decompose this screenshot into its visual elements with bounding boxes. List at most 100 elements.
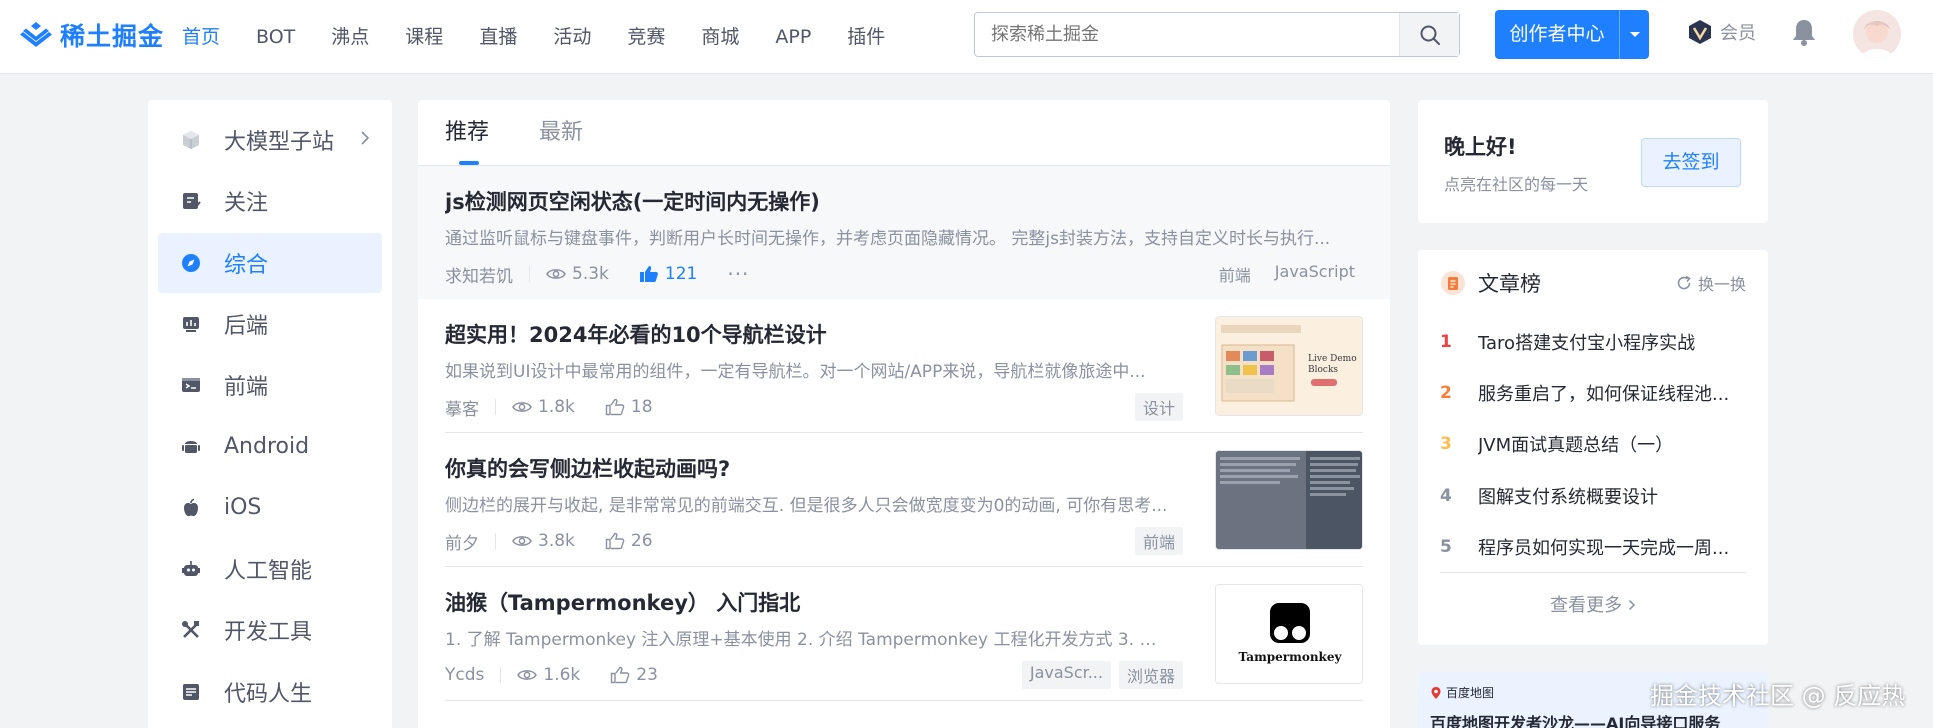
more-actions-icon[interactable]: ··· <box>727 262 749 286</box>
article-thumbnail[interactable] <box>1215 450 1363 550</box>
nav-live[interactable]: 直播 <box>479 0 517 74</box>
category-sidebar: 大模型子站 关注 综合 后端 前端 Android iOS 人工智能 开发工具 … <box>148 100 392 728</box>
nav-events[interactable]: 活动 <box>553 0 591 74</box>
creator-dropdown-toggle[interactable] <box>1619 10 1649 59</box>
nav-plugin[interactable]: 插件 <box>847 0 885 74</box>
notification-bell[interactable] <box>1791 18 1817 50</box>
vip-entry[interactable]: 会员 <box>1686 18 1756 46</box>
sidebar-item-label: 前端 <box>224 375 269 401</box>
view-count: 1.6k <box>517 665 580 685</box>
article-tags: 前端 JavaScript <box>1203 260 1363 288</box>
search-box <box>974 12 1460 57</box>
article-meta: 求知若饥 5.3k 121 ··· 前端 JavaScript <box>445 261 1363 287</box>
tag[interactable]: JavaScript <box>1267 260 1363 288</box>
sidebar-item-ai[interactable]: 人工智能 <box>158 539 382 599</box>
article-desc: 如果说到UI设计中最常用的组件，一定有导航栏。对一个网站/APP来说，导航栏就像… <box>445 362 1146 382</box>
tab-latest[interactable]: 最新 <box>539 100 583 165</box>
view-more-link[interactable]: 查看更多 <box>1418 591 1768 617</box>
user-avatar[interactable] <box>1853 10 1901 58</box>
sidebar-item-code-life[interactable]: 代码人生 <box>158 662 382 722</box>
juejin-logo[interactable]: 稀土掘金 <box>18 18 164 52</box>
robot-icon <box>180 558 202 580</box>
tag[interactable]: 前端 <box>1211 260 1259 288</box>
article-item[interactable]: 超实用！2024年必看的10个导航栏设计 如果说到UI设计中最常用的组件，一定有… <box>445 299 1363 433</box>
article-item[interactable]: 油猴（Tampermonkey） 入门指北 1. 了解 Tampermonkey… <box>445 567 1363 701</box>
sidebar-item-backend[interactable]: 后端 <box>158 294 382 354</box>
ranking-item[interactable]: 4 图解支付系统概要设计 <box>1440 470 1746 521</box>
greeting-text: 晚上好! <box>1444 135 1517 159</box>
nav-contest[interactable]: 竞赛 <box>627 0 665 74</box>
creator-center-button[interactable]: 创作者中心 <box>1495 10 1649 59</box>
like-count[interactable]: 26 <box>605 531 653 551</box>
nav-app[interactable]: APP <box>775 0 811 74</box>
article-title[interactable]: 你真的会写侧边栏收起动画吗? <box>445 453 1170 483</box>
like-count[interactable]: 121 <box>639 264 697 284</box>
rank-title[interactable]: 程序员如何实现一天完成一周... <box>1478 534 1746 560</box>
article-title-partial[interactable] <box>445 721 1363 728</box>
search-button[interactable] <box>1399 13 1459 56</box>
rank-title[interactable]: JVM面试真题总结（一） <box>1478 431 1746 457</box>
ranking-item[interactable]: 5 程序员如何实现一天完成一周... <box>1440 521 1746 572</box>
sidebar-item-follow[interactable]: 关注 <box>158 171 382 231</box>
article-author[interactable]: 摹客 <box>445 395 479 420</box>
cube-icon <box>180 129 202 151</box>
nav-course[interactable]: 课程 <box>405 0 443 74</box>
tag[interactable]: 设计 <box>1134 393 1183 421</box>
sidebar-item-general[interactable]: 综合 <box>158 232 382 293</box>
refresh-label: 换一换 <box>1697 275 1746 294</box>
nav-shop[interactable]: 商城 <box>701 0 739 74</box>
tag[interactable]: 前端 <box>1134 527 1183 555</box>
thumb-up-icon <box>605 532 625 550</box>
android-icon <box>180 435 202 457</box>
sidebar-item-devtools[interactable]: 开发工具 <box>158 600 382 660</box>
nav-bot[interactable]: BOT <box>256 0 295 74</box>
view-count: 1.8k <box>512 397 575 417</box>
article-author[interactable]: Ycds <box>445 665 484 685</box>
thumbnail-text: Live Demo <box>1308 354 1357 364</box>
article-title[interactable]: 超实用！2024年必看的10个导航栏设计 <box>445 319 1170 349</box>
sidebar-item-llm[interactable]: 大模型子站 <box>158 110 382 170</box>
article-author[interactable]: 求知若饥 <box>445 262 513 287</box>
like-count[interactable]: 23 <box>610 665 658 685</box>
ranking-item[interactable]: 1 Taro搭建支付宝小程序实战 <box>1440 316 1746 367</box>
signin-button[interactable]: 去签到 <box>1641 138 1741 187</box>
search-input[interactable] <box>975 13 1399 56</box>
article-title[interactable]: 油猴（Tampermonkey） 入门指北 <box>445 587 1170 617</box>
thumbnail-text: Tampermonkey <box>1239 650 1343 664</box>
rank-title[interactable]: 图解支付系统概要设计 <box>1478 483 1746 509</box>
tools-icon <box>180 619 202 641</box>
article-thumbnail[interactable]: Live Demo Blocks <box>1215 316 1363 416</box>
meta-divider <box>495 399 496 415</box>
avatar-image <box>1853 10 1901 58</box>
sidebar-item-frontend[interactable]: 前端 <box>158 355 382 415</box>
article-thumbnail[interactable]: Tampermonkey <box>1215 584 1363 684</box>
ad-brand-text: 百度地图 <box>1446 686 1495 700</box>
ranking-item[interactable]: 2 服务重启了，如何保证线程池... <box>1440 367 1746 418</box>
sidebar-item-android[interactable]: Android <box>158 416 382 476</box>
refresh-button[interactable]: 换一换 <box>1676 271 1746 295</box>
article-desc: 1. 了解 Tampermonkey 注入原理+基本使用 2. 介绍 Tampe… <box>445 630 1170 650</box>
ranking-item[interactable]: 3 JVM面试真题总结（一） <box>1440 419 1746 470</box>
article-item[interactable] <box>445 701 1363 728</box>
rank-title[interactable]: Taro搭建支付宝小程序实战 <box>1478 329 1746 355</box>
article-title[interactable]: js检测网页空闲状态(一定时间内无操作) <box>445 186 1363 216</box>
rank-title[interactable]: 服务重启了，如何保证线程池... <box>1478 380 1746 406</box>
article-item[interactable]: js检测网页空闲状态(一定时间内无操作) 通过监听鼠标与键盘事件，判断用户长时间… <box>418 166 1390 299</box>
article-item[interactable]: 你真的会写侧边栏收起动画吗? 侧边栏的展开与收起, 是非常常见的前端交互. 但是… <box>445 433 1363 567</box>
like-count[interactable]: 18 <box>605 397 653 417</box>
like-count-text: 23 <box>636 665 658 685</box>
tab-recommended[interactable]: 推荐 <box>445 100 489 165</box>
sidebar-item-ios[interactable]: iOS <box>158 478 382 538</box>
nav-pins[interactable]: 沸点 <box>331 0 369 74</box>
ranking-list: 1 Taro搭建支付宝小程序实战 2 服务重启了，如何保证线程池... 3 JVM面试… <box>1440 316 1746 574</box>
sidebar-item-label: 代码人生 <box>224 681 313 707</box>
compass-icon <box>180 252 202 274</box>
article-author[interactable]: 前夕 <box>445 529 479 554</box>
thumb-up-icon <box>611 666 630 684</box>
eye-icon <box>517 670 538 680</box>
article-tags: 前端 <box>1127 527 1183 555</box>
tag[interactable]: 浏览器 <box>1118 661 1183 689</box>
chevron-right-icon <box>1628 600 1635 611</box>
tag[interactable]: JavaScr... <box>1021 661 1111 689</box>
nav-home[interactable]: 首页 <box>182 0 220 74</box>
